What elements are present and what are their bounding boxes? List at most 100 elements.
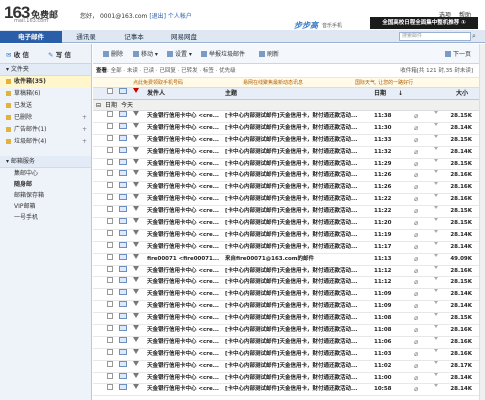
mail-subject[interactable]: [卡中心内部测试邮件]天金信用卡，财付通还款活动...: [225, 135, 371, 147]
flag-icon[interactable]: [133, 360, 139, 366]
mail-row[interactable]: 天金银行信用卡中心 <cre... [卡中心内部测试邮件]天金信用卡，财付通还款活…: [93, 122, 485, 135]
mail-sender[interactable]: 天金银行信用卡中心 <cre...: [147, 230, 223, 242]
mail-sender[interactable]: 天金银行信用卡中心 <cre...: [147, 289, 223, 301]
mail-row[interactable]: 天金银行信用卡中心 <cre... [卡中心内部测试邮件]天金信用卡，财付通还款活…: [93, 182, 485, 195]
mail-sender[interactable]: 天金银行信用卡中心 <cre...: [147, 361, 223, 373]
mail-row[interactable]: 天金银行信用卡中心 <cre... [卡中心内部测试邮件]天金信用卡，财付通还款活…: [93, 384, 485, 397]
ad-link-1[interactable]: 点此免费领取手机号码: [133, 78, 183, 88]
mail-subject[interactable]: [卡中心内部测试邮件]天金信用卡，财付通还款活动...: [225, 337, 371, 349]
mail-subject[interactable]: [卡中心内部测试邮件]天金信用卡，财付通还款活动...: [225, 277, 371, 289]
search-input[interactable]: 搜索邮件: [399, 32, 471, 41]
mail-row[interactable]: 天金银行信用卡中心 <cre... [卡中心内部测试邮件]天金信用卡，财付通还款活…: [93, 194, 485, 207]
mail-sender[interactable]: 天金银行信用卡中心 <cre...: [147, 349, 223, 361]
mail-row[interactable]: 天金银行信用卡中心 <cre... [卡中心内部测试邮件]天金信用卡，财付通还款活…: [93, 313, 485, 326]
mail-sender[interactable]: 天金银行信用卡中心 <cre...: [147, 170, 223, 182]
mail-subject[interactable]: [卡中心内部测试邮件]天金信用卡，财付通还款活动...: [225, 170, 371, 182]
row-checkbox[interactable]: [107, 360, 113, 367]
mail-row[interactable]: 天金银行信用卡中心 <cre... [卡中心内部测试邮件]天金信用卡，财付通还款活…: [93, 325, 485, 337]
search-icon[interactable]: ⌕: [472, 32, 481, 41]
profile-link[interactable]: 个人帐户: [168, 13, 192, 20]
mail-sender[interactable]: 天金银行信用卡中心 <cre...: [147, 313, 223, 325]
row-checkbox[interactable]: [107, 182, 113, 189]
col-size[interactable]: 大小: [456, 88, 468, 100]
compose-button[interactable]: ✎ 写 信: [48, 49, 71, 59]
mail-subject[interactable]: [卡中心内部测试邮件]天金信用卡，财付通还款活动...: [225, 242, 371, 254]
mail-subject[interactable]: [卡中心内部测试邮件]天金信用卡，财付通还款活动...: [225, 206, 371, 218]
mail-sender[interactable]: 天金银行信用卡中心 <cre...: [147, 194, 223, 206]
mail-sender[interactable]: 天金银行信用卡中心 <cre...: [147, 218, 223, 230]
row-checkbox[interactable]: [107, 146, 113, 153]
flag-icon[interactable]: [133, 241, 139, 247]
col-subject[interactable]: 主题: [225, 88, 237, 100]
row-checkbox[interactable]: [107, 111, 113, 117]
mail-row[interactable]: 天金银行信用卡中心 <cre... [卡中心内部测试邮件]天金信用卡，财付通还款活…: [93, 372, 485, 385]
mail-sender[interactable]: 天金银行信用卡中心 <cre...: [147, 147, 223, 159]
row-checkbox[interactable]: [107, 134, 113, 141]
service-link[interactable]: VIP邮箱: [0, 201, 91, 212]
mail-subject[interactable]: [卡中心内部测试邮件]天金信用卡，财付通还款活动...: [225, 373, 371, 385]
service-link[interactable]: 邮箱保存箱: [0, 190, 91, 201]
mail-subject[interactable]: [卡中心内部测试邮件]天金信用卡，财付通还款活动...: [225, 301, 371, 313]
services-header[interactable]: ▾ 邮箱服务: [0, 156, 91, 168]
mail-subject[interactable]: 来自fire00071@163.com的邮件: [225, 254, 371, 266]
ad-link-3[interactable]: 国际天气, 让您的一路好行: [355, 78, 413, 88]
row-checkbox[interactable]: [107, 122, 113, 129]
mail-subject[interactable]: [卡中心内部测试邮件]天金信用卡，财付通还款活动...: [225, 218, 371, 230]
row-checkbox[interactable]: [107, 289, 113, 296]
sidebar-folder[interactable]: 草稿箱(6): [0, 88, 91, 100]
date-group[interactable]: ⊟ 日期 今天: [93, 100, 485, 111]
mail-sender[interactable]: 天金银行信用卡中心 <cre...: [147, 135, 223, 147]
mail-subject[interactable]: [卡中心内部测试邮件]天金信用卡，财付通还款活动...: [225, 384, 371, 396]
mail-subject[interactable]: [卡中心内部测试邮件]天金信用卡，财付通还款活动...: [225, 230, 371, 242]
mail-row[interactable]: 天金银行信用卡中心 <cre... [卡中心内部测试邮件]天金信用卡，财付通还款活…: [93, 360, 485, 373]
tab-netdisk[interactable]: 网易网盘: [158, 31, 210, 43]
delete-button[interactable]: 删除: [103, 49, 123, 58]
mail-subject[interactable]: [卡中心内部测试邮件]天金信用卡，财付通还款活动...: [225, 349, 371, 361]
ad-link-2[interactable]: 易网在线聚焦最新动态讯息: [243, 78, 303, 88]
mail-row[interactable]: 天金银行信用卡中心 <cre... [卡中心内部测试邮件]天金信用卡，财付通还款活…: [93, 289, 485, 302]
flag-icon[interactable]: [133, 229, 139, 235]
col-sender[interactable]: 发件人: [147, 88, 165, 100]
promo-banner[interactable]: 全国高校日程全面集中整机推荐 ①: [370, 17, 478, 29]
mail-row[interactable]: 天金银行信用卡中心 <cre... [卡中心内部测试邮件]天金信用卡，财付通还款活…: [93, 241, 485, 254]
mail-sender[interactable]: 天金银行信用卡中心 <cre...: [147, 123, 223, 135]
mail-subject[interactable]: [卡中心内部测试邮件]天金信用卡，财付通还款活动...: [225, 123, 371, 135]
mail-sender[interactable]: 天金银行信用卡中心 <cre...: [147, 373, 223, 385]
mail-row[interactable]: 天金银行信用卡中心 <cre... [卡中心内部测试邮件]天金信用卡，财付通还款活…: [93, 301, 485, 314]
settings-button[interactable]: 设置 ▾: [167, 49, 192, 58]
clear-folder-icon[interactable]: +: [82, 112, 87, 124]
row-checkbox[interactable]: [107, 206, 113, 213]
refresh-button[interactable]: 刷新: [259, 49, 279, 58]
sidebar-folder[interactable]: 已删除 +: [0, 112, 91, 124]
row-checkbox[interactable]: [107, 229, 113, 236]
flag-icon[interactable]: [133, 372, 139, 378]
filter-options[interactable]: 全部 · 未读 · 已读 · 已回复 · 已转发 · 标签 · 优先级: [111, 68, 236, 74]
mail-sender[interactable]: 天金银行信用卡中心 <cre...: [147, 384, 223, 396]
mail-sender[interactable]: 天金银行信用卡中心 <cre...: [147, 301, 223, 313]
receive-button[interactable]: ✉ 收 信: [6, 49, 29, 59]
sidebar-folder[interactable]: 收件箱(35): [0, 76, 91, 88]
flag-icon[interactable]: [133, 194, 139, 200]
flag-icon[interactable]: [133, 289, 139, 295]
clear-folder-icon[interactable]: +: [82, 136, 87, 148]
mail-row[interactable]: 天金银行信用卡中心 <cre... [卡中心内部测试邮件]天金信用卡，财付通还款活…: [93, 111, 485, 123]
mail-subject[interactable]: [卡中心内部测试邮件]天金信用卡，财付通还款活动...: [225, 111, 371, 123]
move-button[interactable]: 移动 ▾: [133, 49, 158, 58]
service-link[interactable]: 随身邮: [0, 179, 91, 190]
mail-subject[interactable]: [卡中心内部测试邮件]天金信用卡，财付通还款活动...: [225, 159, 371, 171]
row-checkbox[interactable]: [107, 336, 113, 343]
report-spam-button[interactable]: 举报垃圾邮件: [201, 49, 245, 58]
row-checkbox[interactable]: [107, 277, 113, 284]
flag-icon[interactable]: [133, 313, 139, 319]
mail-subject[interactable]: [卡中心内部测试邮件]天金信用卡，财付通还款活动...: [225, 325, 371, 337]
flag-icon[interactable]: [133, 384, 139, 390]
tab-contacts[interactable]: 通讯录: [62, 31, 110, 43]
mail-row[interactable]: 天金银行信用卡中心 <cre... [卡中心内部测试邮件]天金信用卡，财付通还款活…: [93, 265, 485, 278]
row-checkbox[interactable]: [107, 348, 113, 355]
row-checkbox[interactable]: [107, 265, 113, 272]
flag-icon[interactable]: [133, 146, 139, 152]
mail-sender[interactable]: 天金银行信用卡中心 <cre...: [147, 266, 223, 278]
sidebar-folder[interactable]: 垃圾邮件(4) +: [0, 136, 91, 148]
row-checkbox[interactable]: [107, 384, 113, 391]
row-checkbox[interactable]: [107, 218, 113, 225]
